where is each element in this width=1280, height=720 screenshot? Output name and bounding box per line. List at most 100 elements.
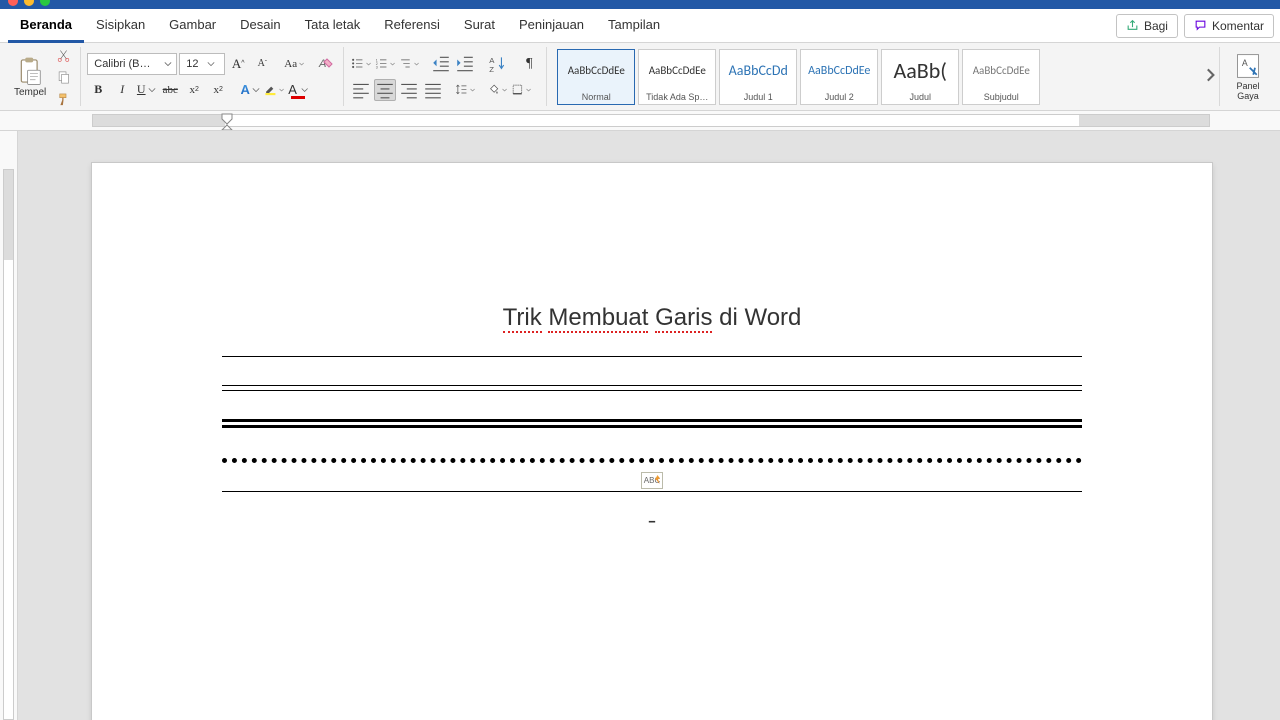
shading-button[interactable] [486, 79, 508, 101]
style-preview: AaBbCcDdEe [649, 50, 706, 92]
change-case-button[interactable]: Aa [283, 53, 305, 75]
brush-icon [56, 92, 71, 107]
style-label: Tidak Ada Sp… [639, 92, 715, 104]
chevron-down-icon [148, 86, 156, 94]
numbering-button[interactable]: 123 [374, 53, 396, 75]
grow-font-button[interactable]: A^ [227, 53, 249, 75]
align-left-button[interactable] [350, 79, 372, 101]
style-judul-1[interactable]: AaBbCcDdJudul 1 [719, 49, 797, 105]
copy-button[interactable] [54, 69, 72, 87]
tab-desain[interactable]: Desain [228, 9, 292, 43]
chevron-down-icon [164, 60, 172, 68]
styles-group: AaBbCcDdEeNormalAaBbCcDdEeTidak Ada Sp…A… [547, 47, 1205, 106]
chevron-down-icon [301, 86, 308, 94]
horizontal-line-double [222, 385, 1082, 391]
chevron-down-icon [366, 60, 371, 68]
font-size-value: 12 [186, 58, 198, 70]
underline-button[interactable]: U [135, 79, 157, 101]
sort-button[interactable]: AZ [486, 53, 508, 75]
tab-tampilan[interactable]: Tampilan [596, 9, 672, 43]
page: Trik Membuat Garis di Word ABC – [92, 163, 1212, 720]
font-name-select[interactable]: Calibri (Bo… [87, 53, 177, 75]
chevron-down-icon [279, 86, 284, 94]
format-painter-button[interactable] [54, 91, 72, 109]
indent-marker-icon[interactable] [221, 113, 233, 131]
borders-button[interactable] [510, 79, 532, 101]
align-right-button[interactable] [398, 79, 420, 101]
document-canvas[interactable]: Trik Membuat Garis di Word ABC – [18, 131, 1280, 720]
indent-icon [455, 54, 475, 74]
line-spacing-button[interactable] [454, 79, 476, 101]
style-label: Normal [558, 92, 634, 104]
font-size-select[interactable]: 12 [179, 53, 225, 75]
borders-icon [511, 83, 524, 96]
shrink-font-button[interactable]: Aˇ [251, 53, 273, 75]
share-icon [1126, 19, 1139, 32]
increase-indent-button[interactable] [454, 53, 476, 75]
highlighter-icon [264, 83, 277, 96]
strikethrough-button[interactable]: abc [159, 79, 181, 101]
scissors-icon [56, 48, 71, 63]
styles-pane-label: PanelGaya [1236, 82, 1259, 102]
minimize-window-icon[interactable] [24, 0, 34, 6]
share-button[interactable]: Bagi [1116, 14, 1178, 38]
tab-referensi[interactable]: Referensi [372, 9, 452, 43]
cut-button[interactable] [54, 47, 72, 65]
autocorrect-label: ABC [644, 476, 660, 485]
sort-icon: AZ [487, 54, 507, 74]
comment-icon [1194, 19, 1207, 32]
bullets-button[interactable] [350, 53, 372, 75]
style-preview: AaBbCcDdEe [808, 50, 870, 92]
bullet-list-icon [351, 57, 364, 70]
style-preview: AaBb( [894, 50, 947, 92]
chevron-down-icon [470, 86, 475, 94]
clear-formatting-button[interactable]: A [315, 53, 337, 75]
style-subjudul[interactable]: AaBbCcDdEeSubjudul [962, 49, 1040, 105]
align-center-button[interactable] [374, 79, 396, 101]
multilevel-list-icon [399, 57, 412, 70]
bold-button[interactable]: B [87, 79, 109, 101]
justify-button[interactable] [422, 79, 444, 101]
style-judul[interactable]: AaBb(Judul [881, 49, 959, 105]
tab-peninjauan[interactable]: Peninjauan [507, 9, 596, 43]
svg-text:Z: Z [489, 64, 494, 73]
subscript-button[interactable]: x2 [183, 79, 205, 101]
styles-more-button[interactable] [1205, 61, 1219, 92]
comments-button[interactable]: Komentar [1184, 14, 1274, 38]
tab-tata-letak[interactable]: Tata letak [293, 9, 373, 43]
maximize-window-icon[interactable] [40, 0, 50, 6]
multilevel-list-button[interactable] [398, 53, 420, 75]
chevron-down-icon [390, 60, 395, 68]
decrease-indent-button[interactable] [430, 53, 452, 75]
cursor-line[interactable]: – [222, 510, 1082, 532]
vertical-ruler[interactable] [0, 131, 18, 720]
autocorrect-tag[interactable]: ABC [641, 472, 663, 489]
text-effects-button[interactable]: A [239, 79, 261, 101]
show-marks-button[interactable]: ¶ [518, 53, 540, 75]
italic-button[interactable]: I [111, 79, 133, 101]
document-title[interactable]: Trik Membuat Garis di Word [222, 303, 1082, 332]
horizontal-line-dotted [222, 458, 1082, 463]
style-tidak-ada-sp-[interactable]: AaBbCcDdEeTidak Ada Sp… [638, 49, 716, 105]
style-normal[interactable]: AaBbCcDdEeNormal [557, 49, 635, 105]
close-window-icon[interactable] [8, 0, 18, 6]
paste-button[interactable]: Tempel [10, 56, 50, 98]
superscript-button[interactable]: x2 [207, 79, 229, 101]
chevron-down-icon [207, 60, 215, 68]
tab-beranda[interactable]: Beranda [8, 9, 84, 43]
highlight-button[interactable] [263, 79, 285, 101]
justify-icon [423, 80, 443, 100]
style-preview: AaBbCcDd [729, 50, 788, 92]
style-judul-2[interactable]: AaBbCcDdEeJudul 2 [800, 49, 878, 105]
align-center-icon [375, 80, 395, 100]
ribbon-tabs: BerandaSisipkanGambarDesainTata letakRef… [0, 9, 1280, 43]
horizontal-ruler[interactable]: 21123456789101112131415161718 [0, 111, 1280, 131]
chevron-down-icon [526, 86, 531, 94]
tab-surat[interactable]: Surat [452, 9, 507, 43]
tab-gambar[interactable]: Gambar [157, 9, 228, 43]
numbered-list-icon: 123 [375, 57, 388, 70]
styles-pane-button[interactable]: A PanelGaya [1226, 52, 1270, 102]
tab-sisipkan[interactable]: Sisipkan [84, 9, 157, 43]
ribbon: Tempel Calibri (Bo… 12 A^ Aˇ Aa A B I U … [0, 43, 1280, 111]
font-color-button[interactable]: A [287, 79, 309, 101]
